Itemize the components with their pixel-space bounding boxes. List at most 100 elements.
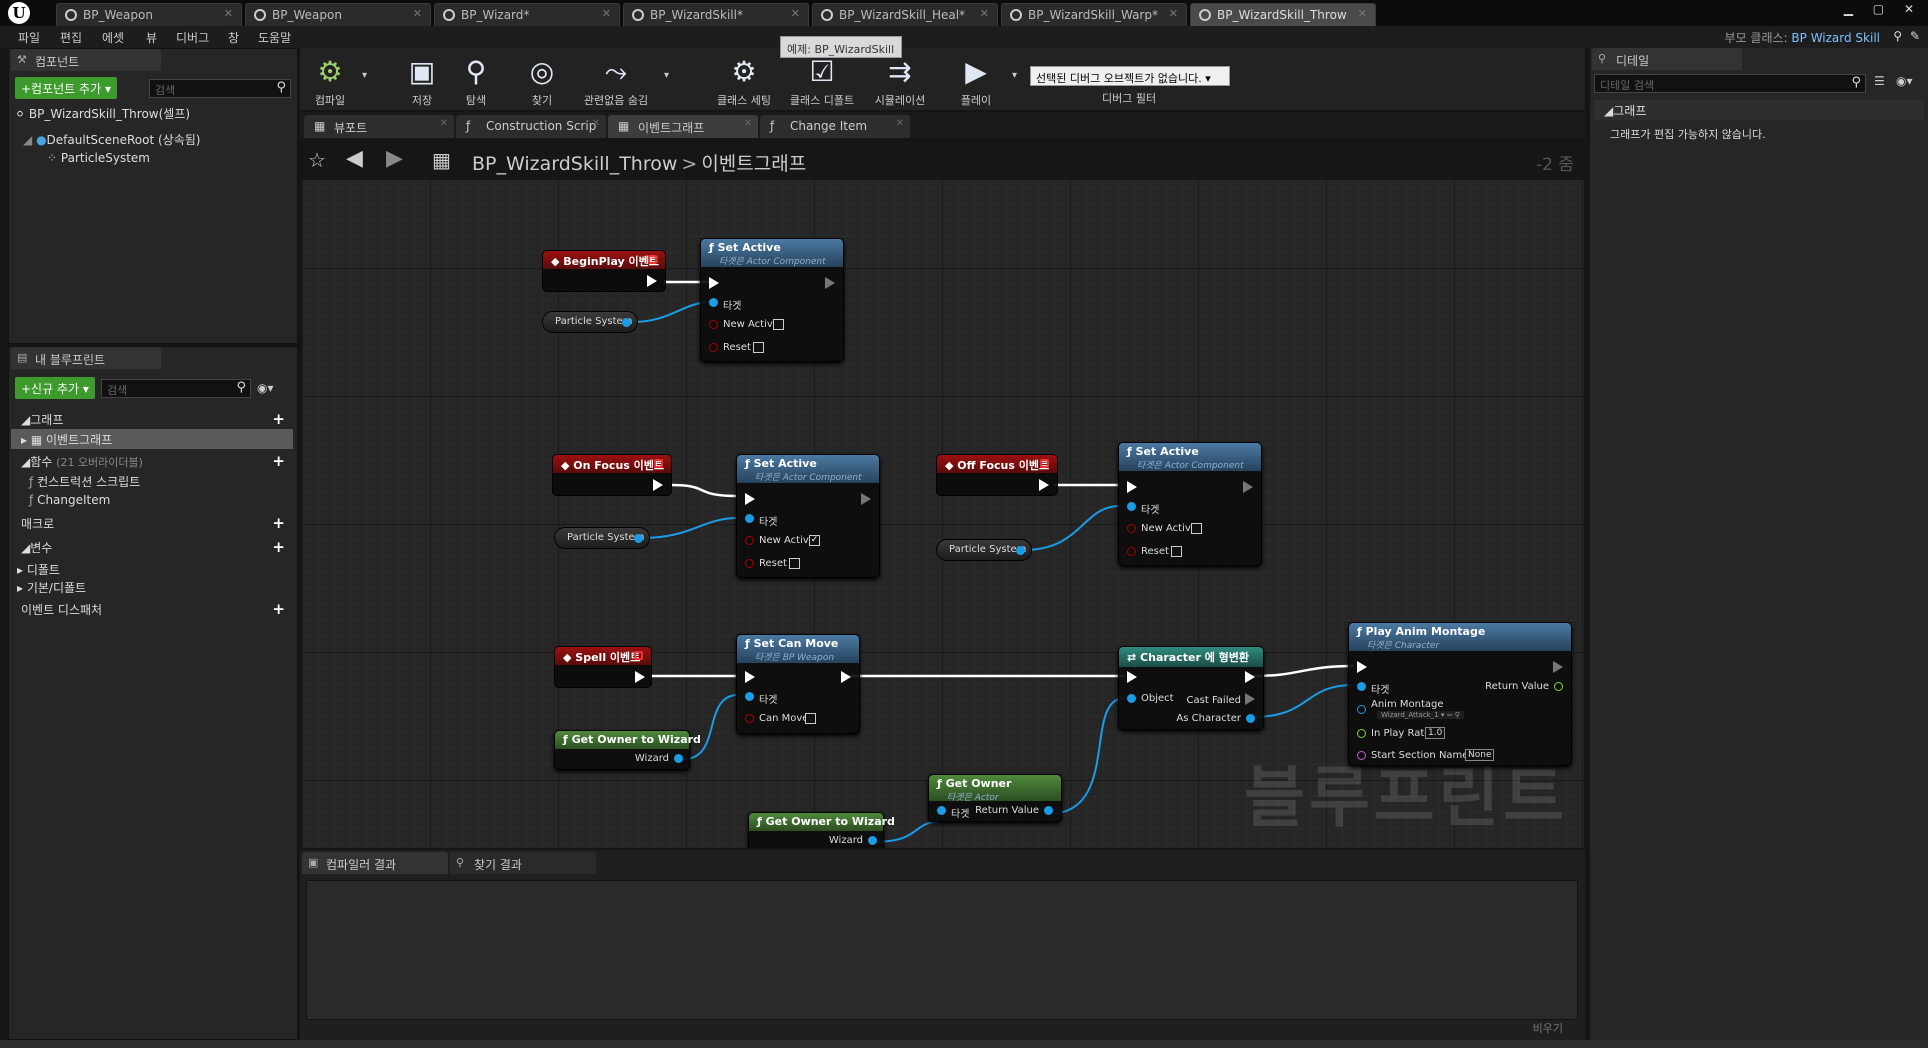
play-anim-montage-node[interactable]: ƒ Play Anim Montage 타겟은 Character 타겟 Retu… xyxy=(1348,622,1572,766)
macros-section[interactable]: 매크로 + xyxy=(11,513,293,533)
self-component-item[interactable]: ⚪ BP_WizardSkill_Throw(셀프) xyxy=(15,105,190,122)
exec-out-pin[interactable] xyxy=(653,479,663,491)
output-pin[interactable] xyxy=(622,318,631,327)
menu-asset[interactable]: 에셋 xyxy=(102,29,124,46)
exec-out-pin[interactable] xyxy=(1243,481,1253,493)
menu-edit[interactable]: 편집 xyxy=(60,29,82,46)
variable-group-basic[interactable]: ▸ 기본/디폴트 xyxy=(17,579,86,596)
event-node-off-focus[interactable]: ◆ Off Focus 이벤트 xyxy=(936,454,1058,496)
anim-montage-select[interactable]: Wizard_Attack_1 ▾ ⇦ ⚲ xyxy=(1377,711,1464,719)
close-icon[interactable]: ✕ xyxy=(224,7,233,20)
close-icon[interactable]: ✕ xyxy=(744,118,752,129)
event-graph-canvas[interactable]: ☆ ◀ ▶ ▦ BP_WizardSkill_Throw > 이벤트그래프 -2 줌… xyxy=(302,140,1584,848)
target-pin[interactable] xyxy=(1127,502,1136,511)
exec-out-pin[interactable] xyxy=(841,671,851,683)
add-function-icon[interactable]: + xyxy=(272,452,285,470)
reset-pin[interactable] xyxy=(709,343,718,352)
can-move-pin[interactable] xyxy=(745,714,754,723)
hide-unrelated-options-arrow-icon[interactable]: ▾ xyxy=(664,70,669,81)
start-section-pin[interactable] xyxy=(1357,751,1366,760)
cast-failed-pin[interactable] xyxy=(1245,693,1255,705)
tab-change-item[interactable]: ƒ Change Item ✕ xyxy=(760,115,910,138)
save-button[interactable]: ▣ 저장 xyxy=(392,48,452,110)
details-graph-section[interactable]: ◢그래프 xyxy=(1594,100,1924,120)
event-dispatchers-section[interactable]: 이벤트 디스패처 + xyxy=(11,599,293,619)
close-icon[interactable]: ✕ xyxy=(896,118,904,129)
new-active-pin[interactable] xyxy=(709,320,718,329)
breadcrumb-blueprint[interactable]: BP_WizardSkill_Throw xyxy=(472,153,677,175)
window-controls[interactable]: ▁ ▢ ✕ xyxy=(1844,2,1922,16)
get-owner-to-wizard-node[interactable]: ƒ Get Owner to Wizard Wizard xyxy=(748,812,895,848)
tab-bp-weapon-2[interactable]: BP_Weapon ✕ xyxy=(245,3,431,26)
details-tab[interactable]: ⚲ 디테일 xyxy=(1592,48,1742,70)
star-icon[interactable]: ☆ xyxy=(308,148,326,172)
close-icon[interactable]: ✕ xyxy=(592,118,600,129)
tab-bp-wizardskill-heal[interactable]: BP_WizardSkill_Heal* ✕ xyxy=(812,3,998,26)
new-active-pin[interactable] xyxy=(745,536,754,545)
forward-arrow-icon[interactable]: ▶ xyxy=(386,146,403,171)
graph-section[interactable]: ◢그래프 + xyxy=(11,409,293,429)
components-tab[interactable]: ⚒ 컴포넌트 xyxy=(11,49,161,71)
close-icon[interactable]: ✕ xyxy=(602,7,611,20)
exec-in-pin[interactable] xyxy=(1127,481,1137,493)
function-item-construction[interactable]: ƒ 컨스트럭션 스크립트 xyxy=(29,473,140,490)
exec-out-pin[interactable] xyxy=(1553,661,1563,673)
exec-in-pin[interactable] xyxy=(1357,661,1367,673)
tab-find-results[interactable]: ⚲ 찾기 결과 xyxy=(450,852,596,874)
exec-in-pin[interactable] xyxy=(1127,671,1137,683)
tab-bp-wizardskill-warp[interactable]: BP_WizardSkill_Warp* ✕ xyxy=(1001,3,1187,26)
return-value-pin[interactable] xyxy=(1044,806,1053,815)
function-item-changeitem[interactable]: ƒ ChangeItem xyxy=(29,493,110,507)
menu-debug[interactable]: 디버그 xyxy=(176,29,209,46)
unreal-logo[interactable]: U xyxy=(8,2,30,24)
variable-group-default[interactable]: ▸ 디폴트 xyxy=(17,561,60,578)
menu-window[interactable]: 창 xyxy=(228,29,239,46)
get-owner-to-wizard-node[interactable]: ƒ Get Owner to Wizard Wizard xyxy=(554,730,701,770)
object-pin[interactable] xyxy=(1127,694,1136,703)
debug-object-select[interactable]: 선택된 디버그 오브젝트가 없습니다. ▾ xyxy=(1030,66,1230,86)
wizard-output-pin[interactable] xyxy=(674,754,683,763)
tab-bp-wizardskill[interactable]: BP_WizardSkill* ✕ xyxy=(623,3,809,26)
set-active-node[interactable]: ƒ Set Active 타겟은 Actor Component 타겟 New A… xyxy=(1118,442,1262,566)
output-pin[interactable] xyxy=(634,534,643,543)
tab-compiler-results[interactable]: ▣ 컴파일러 결과 xyxy=(302,852,448,874)
add-dispatcher-icon[interactable]: + xyxy=(272,600,285,618)
compile-button[interactable]: ⚙ 컴파일 xyxy=(300,48,360,110)
my-blueprint-search-input[interactable]: 검색 ⚲ xyxy=(101,379,251,398)
clear-button[interactable]: 비우기 xyxy=(1533,1020,1563,1036)
particle-system-item[interactable]: ⁘ ParticleSystem xyxy=(47,151,150,165)
return-value-pin[interactable] xyxy=(1554,682,1563,691)
eye-icon[interactable]: ◉▾ xyxy=(1896,74,1913,88)
browse-button[interactable]: ⚲ 탐색 xyxy=(446,48,506,110)
close-icon[interactable]: ✕ xyxy=(1169,7,1178,20)
exec-out-pin[interactable] xyxy=(861,493,871,505)
set-can-move-node[interactable]: ƒ Set Can Move 타겟은 BP Weapon 타겟 Can Move xyxy=(736,634,860,734)
set-active-node[interactable]: ƒ Set Active 타겟은 Actor Component 타겟 New A… xyxy=(700,238,844,362)
new-active-checkbox[interactable] xyxy=(773,319,784,330)
variable-node-particle-system[interactable]: Particle System xyxy=(554,527,650,549)
find-button[interactable]: ◎ 찾기 xyxy=(512,48,572,110)
reset-checkbox[interactable] xyxy=(1171,546,1182,557)
play-button[interactable]: ▶ 플레이 xyxy=(946,48,1006,110)
set-active-node[interactable]: ƒ Set Active 타겟은 Actor Component 타겟 New A… xyxy=(736,454,880,578)
exec-out-pin[interactable] xyxy=(635,671,645,683)
reset-pin[interactable] xyxy=(745,559,754,568)
add-component-button[interactable]: +컴포넌트 추가 ▾ xyxy=(15,77,117,99)
details-search-input[interactable]: 디테일 검색 ⚲ xyxy=(1594,74,1866,93)
event-node-spell[interactable]: ◆ Spell 이벤트 xyxy=(554,646,652,688)
exec-out-pin[interactable] xyxy=(1039,479,1049,491)
variables-section[interactable]: ◢변수 + xyxy=(11,537,293,557)
tab-construction-script[interactable]: ƒ Construction Scrip ✕ xyxy=(456,115,606,138)
reset-pin[interactable] xyxy=(1127,547,1136,556)
tab-bp-weapon-1[interactable]: BP_Weapon ✕ xyxy=(56,3,242,26)
target-pin[interactable] xyxy=(709,298,718,307)
cast-to-character-node[interactable]: ⇄ Character 에 형변환 Object Cast Failed As … xyxy=(1118,646,1264,730)
edit-icon[interactable]: ✎ xyxy=(1910,29,1920,43)
wizard-output-pin[interactable] xyxy=(868,836,877,845)
tab-event-graph[interactable]: ▦ 이벤트그래프 ✕ xyxy=(608,115,758,138)
add-variable-icon[interactable]: + xyxy=(272,538,285,556)
close-icon[interactable]: ✕ xyxy=(413,7,422,20)
reset-checkbox[interactable] xyxy=(789,558,800,569)
event-node-on-focus[interactable]: ◆ On Focus 이벤트 xyxy=(552,454,672,496)
menu-view[interactable]: 뷰 xyxy=(146,29,157,46)
